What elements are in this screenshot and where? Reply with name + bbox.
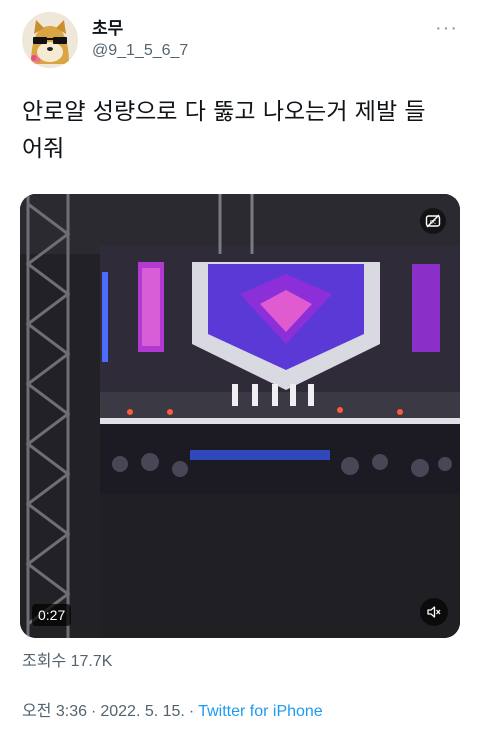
- tweet-time[interactable]: 오전 3:36: [22, 703, 87, 720]
- view-count: 조회수 17.7K: [22, 653, 113, 670]
- display-name[interactable]: 초무: [92, 18, 188, 40]
- user-names: 초무 @9_1_5_6_7: [92, 18, 188, 62]
- tweet-source-link[interactable]: Twitter for iPhone: [198, 703, 323, 720]
- user-handle[interactable]: @9_1_5_6_7: [92, 40, 188, 62]
- tweet-text-line-2: 어줘: [22, 136, 65, 162]
- tweet-meta: 오전 3:36 · 2022. 5. 15. · Twitter for iPhone: [22, 702, 323, 722]
- mute-button[interactable]: [420, 598, 448, 626]
- tweet-date[interactable]: 2022. 5. 15.: [100, 703, 185, 720]
- meta-separator: ·: [188, 703, 195, 720]
- speaker-muted-icon: [427, 606, 441, 618]
- more-dots-icon[interactable]: ···: [435, 18, 458, 38]
- meta-separator: ·: [91, 703, 97, 720]
- tweet-text-line-1: 안로얄 성량으로 다 뚫고 나오는거 제발 들: [22, 99, 426, 125]
- avatar[interactable]: [22, 12, 78, 68]
- video-thumbnail: [20, 194, 460, 638]
- captions-icon: cc: [425, 214, 441, 228]
- tweet-text: 안로얄 성량으로 다 뚫고 나오는거 제발 들 어줘: [22, 94, 462, 168]
- shiba-avatar-icon: [22, 12, 78, 68]
- tweet-header: 초무 @9_1_5_6_7 ···: [22, 12, 462, 72]
- captions-button[interactable]: cc: [420, 208, 446, 234]
- video-duration: 0:27: [32, 604, 72, 626]
- video-player[interactable]: cc 0:27: [20, 194, 460, 638]
